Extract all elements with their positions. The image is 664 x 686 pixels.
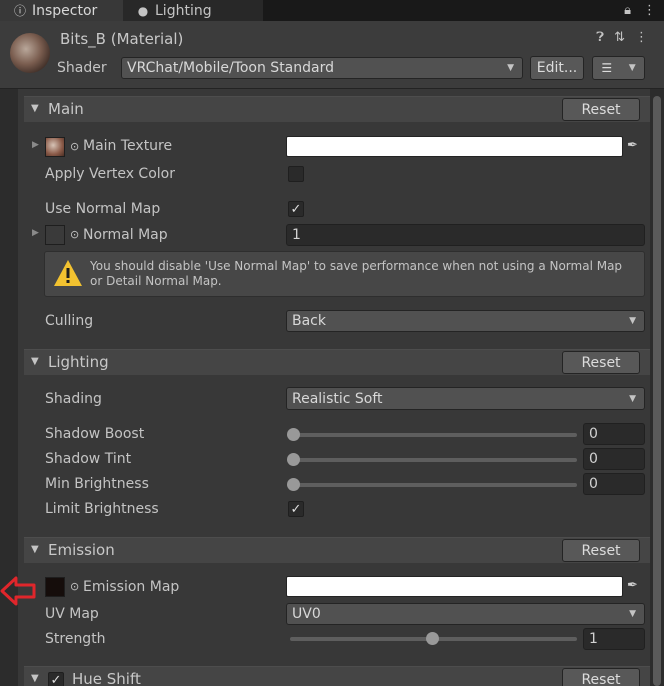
culling-dropdown[interactable]: Back ▼ <box>286 310 645 332</box>
use-normal-map-label: Use Normal Map <box>45 201 161 217</box>
normal-map-label: Normal Map <box>83 227 168 243</box>
section-hue-shift-title: Hue Shift <box>72 670 141 686</box>
chevron-down-icon: ▼ <box>629 393 636 404</box>
help-icon[interactable]: ❓︎ <box>596 30 604 45</box>
main-texture-thumbnail[interactable] <box>45 137 65 157</box>
tab-inspector-label: Inspector <box>32 2 98 19</box>
normal-map-scale-field[interactable]: 1 <box>286 224 645 246</box>
warning-helpbox: You should disable 'Use Normal Map' to s… <box>44 251 645 297</box>
apply-vertex-color-label: Apply Vertex Color <box>45 166 175 182</box>
shading-dropdown-value: Realistic Soft <box>292 390 383 407</box>
eyedropper-icon[interactable]: ✒ <box>627 138 638 153</box>
shader-dropdown-value: VRChat/Mobile/Toon Standard <box>127 60 334 76</box>
scrollbar-thumb[interactable] <box>653 96 661 686</box>
emission-reset-button[interactable]: Reset <box>562 539 640 562</box>
tab-lighting-label: Lighting <box>155 2 212 19</box>
main-texture-color-field[interactable] <box>286 136 623 157</box>
more-icon[interactable]: ⋮ <box>635 30 648 45</box>
strength-slider-knob[interactable] <box>426 632 439 645</box>
lighting-reset-button[interactable]: Reset <box>562 351 640 374</box>
shadow-tint-label: Shadow Tint <box>45 451 132 467</box>
expand-arrow-icon[interactable]: ▶ <box>32 140 39 150</box>
min-brightness-slider-track[interactable] <box>290 483 577 487</box>
presets-icon[interactable]: ⇅ <box>614 30 625 45</box>
texture-picker-icon[interactable]: ⊙ <box>70 140 79 153</box>
material-preview-thumbnail <box>10 33 50 73</box>
section-main-title: Main <box>48 100 84 118</box>
culling-dropdown-value: Back <box>292 313 326 329</box>
chevron-down-icon: ▼ <box>629 316 636 326</box>
uv-map-label: UV Map <box>45 606 99 622</box>
eyedropper-icon[interactable]: ✒ <box>627 578 638 593</box>
min-brightness-field[interactable]: 0 <box>583 473 645 495</box>
strength-field[interactable]: 1 <box>583 628 645 650</box>
texture-picker-icon[interactable]: ⊙ <box>70 228 79 241</box>
shadow-tint-slider-track[interactable] <box>290 458 577 462</box>
section-emission-title: Emission <box>48 541 115 559</box>
main-texture-label: Main Texture <box>83 138 173 154</box>
shader-options-button[interactable]: ☰ ▼ <box>592 56 645 80</box>
emission-map-label: Emission Map <box>83 579 180 595</box>
foldout-open-icon: ▼ <box>31 544 39 555</box>
checkmark-icon: ✓ <box>290 201 302 217</box>
chevron-down-icon: ▼ <box>628 63 636 73</box>
section-emission-header[interactable]: ▼ Emission Reset <box>24 537 650 563</box>
section-lighting-title: Lighting <box>48 353 109 371</box>
expand-arrow-icon[interactable]: ▶ <box>32 228 39 238</box>
shadow-tint-field[interactable]: 0 <box>583 448 645 470</box>
texture-picker-icon[interactable]: ⊙ <box>70 580 79 593</box>
header-icons: ❓︎ ⇅ ⋮ <box>596 30 648 45</box>
list-icon: ☰ <box>601 61 613 75</box>
emission-color-field[interactable] <box>286 576 623 597</box>
checkmark-icon: ✓ <box>50 672 62 686</box>
info-icon: ⓘ <box>14 4 27 18</box>
limit-brightness-label: Limit Brightness <box>45 501 159 517</box>
hue-shift-enable-checkbox[interactable]: ✓ <box>48 672 64 686</box>
main-reset-button[interactable]: Reset <box>562 98 640 121</box>
material-title: Bits_B (Material) <box>60 30 184 48</box>
shadow-boost-label: Shadow Boost <box>45 426 145 442</box>
red-annotation-arrow-icon <box>0 576 36 606</box>
hue-shift-reset-button[interactable]: Reset <box>562 668 640 686</box>
shadow-tint-slider-knob[interactable] <box>287 453 300 466</box>
chevron-down-icon: ▼ <box>507 63 514 73</box>
shadow-boost-slider-track[interactable] <box>290 433 577 437</box>
strength-label: Strength <box>45 631 106 647</box>
section-lighting-header[interactable]: ▼ Lighting Reset <box>24 349 650 375</box>
apply-vertex-color-checkbox[interactable] <box>288 166 304 182</box>
tab-bar-controls: 🔒︎ ⋮ <box>624 0 656 21</box>
shader-dropdown[interactable]: VRChat/Mobile/Toon Standard ▼ <box>121 57 523 79</box>
uv-map-dropdown-value: UV0 <box>292 606 321 622</box>
tab-lighting[interactable]: ● Lighting <box>123 0 263 21</box>
chevron-down-icon: ▼ <box>629 609 636 619</box>
shadow-boost-slider-knob[interactable] <box>287 428 300 441</box>
shader-label: Shader <box>57 60 107 76</box>
material-header: Bits_B (Material) ❓︎ ⇅ ⋮ Shader VRChat/M… <box>0 21 664 89</box>
more-menu-icon[interactable]: ⋮ <box>643 3 656 18</box>
emission-map-thumbnail[interactable] <box>45 577 65 597</box>
foldout-open-icon: ▼ <box>31 103 39 114</box>
section-hue-shift-header[interactable]: ▼ ✓ Hue Shift Reset <box>24 666 650 686</box>
min-brightness-label: Min Brightness <box>45 476 149 492</box>
foldout-open-icon: ▼ <box>31 673 39 684</box>
lightbulb-icon: ● <box>137 3 149 18</box>
section-main-header[interactable]: ▼ Main Reset <box>24 96 650 122</box>
shadow-boost-field[interactable]: 0 <box>583 423 645 445</box>
warning-icon <box>54 260 82 286</box>
uv-map-dropdown[interactable]: UV0 ▼ <box>286 603 645 625</box>
normal-map-thumbnail[interactable] <box>45 225 65 245</box>
min-brightness-slider-knob[interactable] <box>287 478 300 491</box>
limit-brightness-checkbox[interactable]: ✓ <box>288 501 304 517</box>
warning-text: You should disable 'Use Normal Map' to s… <box>90 259 623 288</box>
edit-shader-button[interactable]: Edit... <box>530 56 584 80</box>
use-normal-map-checkbox[interactable]: ✓ <box>288 201 304 217</box>
tab-inspector[interactable]: ⓘ Inspector <box>0 0 123 21</box>
culling-label: Culling <box>45 313 94 329</box>
foldout-open-icon: ▼ <box>31 356 39 367</box>
shading-dropdown[interactable]: Realistic Soft ▼ <box>286 387 645 410</box>
shading-label: Shading <box>45 391 102 407</box>
lock-icon[interactable]: 🔒︎ <box>624 3 631 18</box>
checkmark-icon: ✓ <box>290 501 302 517</box>
